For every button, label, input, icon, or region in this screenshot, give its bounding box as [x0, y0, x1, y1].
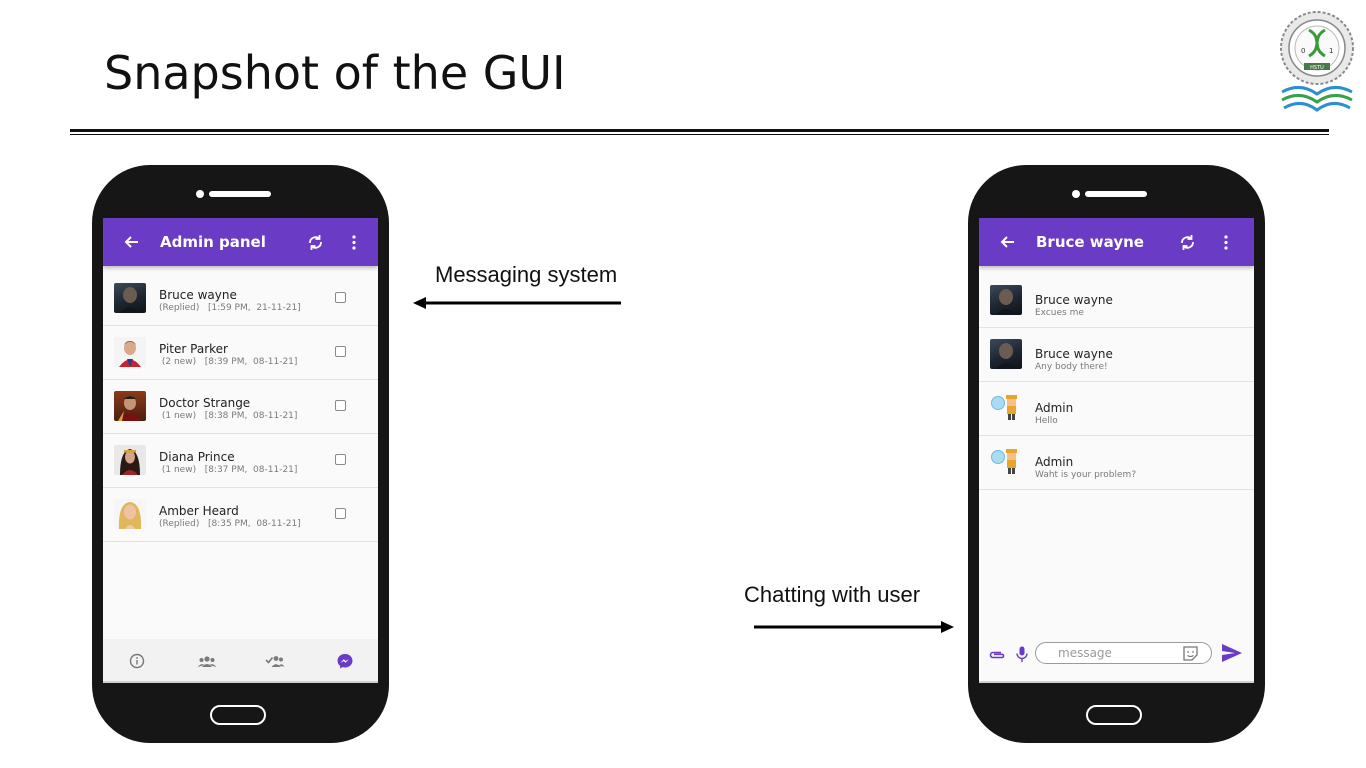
group-icon[interactable] [197, 653, 217, 669]
conversation-row[interactable]: Amber Heard (Replied) [8:35 PM, 08-11-21… [103, 488, 378, 542]
message-composer [979, 633, 1254, 683]
select-checkbox[interactable] [335, 292, 346, 303]
slide-title: Snapshot of the GUI [104, 46, 566, 100]
avatar [114, 337, 146, 367]
conversation-meta: (2 new) [8:39 PM, 08-11-21] [159, 357, 298, 367]
arrow-back-icon[interactable] [999, 234, 1015, 250]
conversation-meta: (Replied) [1:59 PM, 21-11-21] [159, 303, 301, 313]
conversation-row[interactable]: Doctor Strange (1 new) [8:38 PM, 08-11-2… [103, 380, 378, 434]
sync-icon[interactable] [307, 234, 324, 251]
home-button[interactable] [210, 705, 266, 725]
logo-text: HSTU [1310, 65, 1324, 71]
message-item: Admin Waht is your problem? [979, 436, 1254, 490]
conversation-name: Amber Heard [159, 504, 239, 518]
university-seal-icon: 0 1 HSTU [1280, 11, 1354, 112]
conversation-row[interactable]: Piter Parker (2 new) [8:39 PM, 08-11-21] [103, 326, 378, 380]
select-checkbox[interactable] [335, 346, 346, 357]
avatar [990, 285, 1022, 315]
info-icon[interactable] [128, 653, 146, 669]
conversation-time: [8:39 PM, 08-11-21] [204, 357, 298, 367]
caption-chatting: Chatting with user [744, 582, 921, 607]
sync-icon[interactable] [1179, 234, 1196, 251]
avatar [990, 339, 1022, 369]
message-sender: Bruce wayne [1035, 347, 1113, 361]
earpiece [209, 191, 271, 197]
chat-screen: Bruce wayne Bruce wayne Excues me Bruce … [979, 218, 1254, 683]
message-text: Waht is your problem? [1035, 470, 1137, 480]
conversation-meta: (1 new) [8:38 PM, 08-11-21] [159, 411, 298, 421]
conversation-name: Bruce wayne [159, 288, 237, 302]
select-checkbox[interactable] [335, 454, 346, 465]
conversation-status: (1 new) [161, 465, 197, 475]
conversation-status: (1 new) [161, 411, 197, 421]
message-sender: Admin [1035, 401, 1074, 415]
bottom-navigation [103, 639, 378, 683]
camera-dot [1072, 190, 1080, 198]
conversation-name: Doctor Strange [159, 396, 251, 410]
admin-avatar [990, 447, 1022, 477]
earpiece [1085, 191, 1147, 197]
arrow-right-icon [754, 621, 954, 633]
admin-app-bar: Admin panel [103, 218, 378, 266]
more-vertical-icon[interactable] [1224, 235, 1228, 250]
conversation-time: [8:35 PM, 08-11-21] [207, 519, 301, 529]
conversation-status: (Replied) [159, 519, 200, 529]
message-text: Excues me [1035, 308, 1084, 318]
chat-app-bar: Bruce wayne [979, 218, 1254, 266]
admin-avatar [990, 393, 1022, 423]
conversation-status: (2 new) [161, 357, 197, 367]
more-vertical-icon[interactable] [352, 235, 356, 250]
message-text: Any body there! [1035, 362, 1108, 372]
avatar [114, 499, 146, 529]
app-bar-title: Admin panel [160, 233, 266, 251]
app-bar-title: Bruce wayne [1036, 233, 1144, 251]
conversation-row[interactable]: Diana Prince (1 new) [8:37 PM, 08-11-21] [103, 434, 378, 488]
microphone-icon[interactable] [1016, 646, 1028, 663]
avatar [114, 283, 146, 313]
arrow-left-icon [413, 297, 621, 309]
message-sender: Bruce wayne [1035, 293, 1113, 307]
conversation-status: (Replied) [159, 303, 200, 313]
message-item: Bruce wayne Any body there! [979, 328, 1254, 382]
admin-phone-frame: Admin panel Bruce wayne (Replied) [1:59 … [92, 165, 389, 743]
camera-dot [196, 190, 204, 198]
conversation-name: Piter Parker [159, 342, 228, 356]
conversation-row[interactable]: Bruce wayne (Replied) [1:59 PM, 21-11-21… [103, 272, 378, 326]
svg-text:1: 1 [1329, 47, 1333, 55]
chat-phone-frame: Bruce wayne Bruce wayne Excues me Bruce … [968, 165, 1265, 743]
header-divider-thin [70, 134, 1329, 135]
avatar [114, 391, 146, 421]
message-text: Hello [1035, 416, 1058, 426]
conversation-time: [1:59 PM, 21-11-21] [207, 303, 301, 313]
conversation-time: [8:37 PM, 08-11-21] [204, 465, 298, 475]
conversation-time: [8:38 PM, 08-11-21] [204, 411, 298, 421]
caption-messaging: Messaging system [435, 262, 618, 287]
conversation-meta: (Replied) [8:35 PM, 08-11-21] [159, 519, 301, 529]
message-sender: Admin [1035, 455, 1074, 469]
conversation-meta: (1 new) [8:37 PM, 08-11-21] [159, 465, 298, 475]
avatar [114, 445, 146, 475]
arrow-back-icon[interactable] [123, 234, 139, 250]
admin-screen: Admin panel Bruce wayne (Replied) [1:59 … [103, 218, 378, 683]
messenger-icon[interactable] [336, 653, 354, 669]
conversation-name: Diana Prince [159, 450, 235, 464]
paperclip-icon[interactable] [988, 650, 1006, 660]
send-icon[interactable] [1221, 643, 1243, 663]
select-checkbox[interactable] [335, 508, 346, 519]
header-divider [70, 129, 1329, 132]
message-item: Admin Hello [979, 382, 1254, 436]
group-check-icon[interactable] [265, 653, 285, 669]
home-button[interactable] [1086, 705, 1142, 725]
message-item: Bruce wayne Excues me [979, 274, 1254, 328]
sticker-icon[interactable] [1183, 646, 1198, 661]
select-checkbox[interactable] [335, 400, 346, 411]
svg-text:0: 0 [1301, 47, 1305, 55]
